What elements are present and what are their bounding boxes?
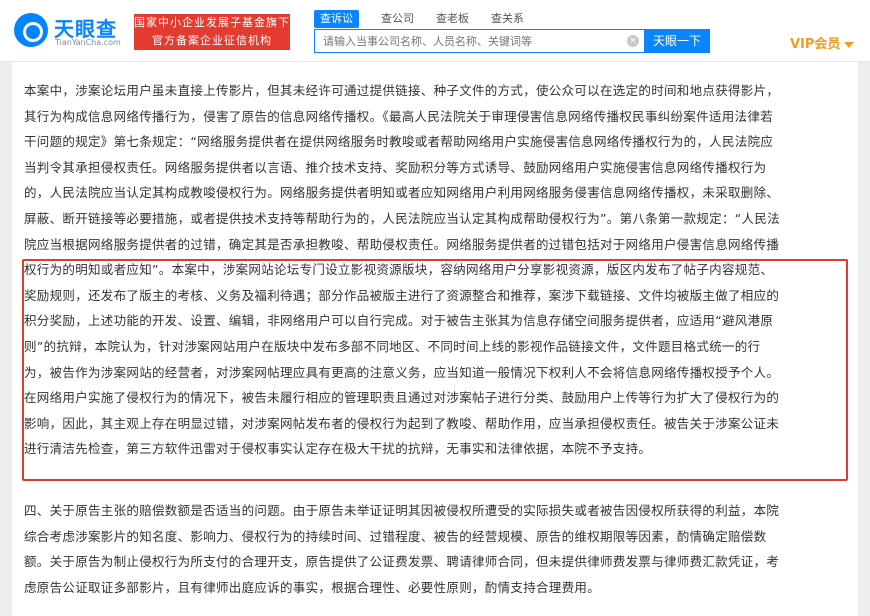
search-input[interactable] [315, 30, 633, 52]
text-line: 虑原告公证取证多部影片，且有律师出庭应诉的事实，根据合理性、必要性原则，酌情支持… [24, 579, 601, 595]
tab-lawsuit[interactable]: 查诉讼 [314, 10, 359, 28]
search-bar: × 天眼一下 [314, 29, 710, 53]
site-header: 天眼查 TianYanCha.com 国家中小企业发展子基金旗下 官方备案企业征… [0, 0, 870, 62]
text-line: 干问题的规定》第七条规定：“网络服务提供者在提供网络服务时教唆或者帮助网络用户实… [24, 134, 774, 150]
text-line: 屏蔽、断开链接等必要措施，或者提供技术支持等帮助行为的，人民法院应当认定其构成帮… [24, 210, 780, 226]
text-line: 综合考虑涉案影片的知名度、影响力、侵权行为的持续时间、过错程度、被告的经营规模、… [24, 528, 767, 544]
text-line: 当判令其承担侵权责任。网络服务提供者以言语、推介技术支持、奖励积分等方式诱导、鼓… [24, 159, 767, 175]
tab-relation[interactable]: 查关系 [491, 10, 524, 28]
slogan-line-2: 官方备案企业征信机构 [152, 34, 272, 47]
clear-icon[interactable]: × [627, 35, 639, 47]
tab-company[interactable]: 查公司 [381, 10, 414, 28]
text-line: 其行为构成信息网络传播行为，侵害了原告的信息网络传播权。《最高人民法院关于审理侵… [24, 108, 773, 124]
caret-down-icon [844, 41, 855, 48]
search-button[interactable]: 天眼一下 [644, 29, 710, 53]
text-line: 额。关于原告为制止侵权行为所支付的合理开支，原告提供了公证费发票、聘请律师合同，… [24, 554, 780, 570]
text-line: 四、关于原告主张的赔偿数额是否适当的问题。由于原告未举证证明其因被侵权所遭受的实… [24, 503, 780, 518]
slogan-line-1: 国家中小企业发展子基金旗下 [134, 16, 290, 29]
search-category-tabs: 查诉讼 查公司 查老板 查关系 [314, 10, 546, 28]
text-line: 院应当根据网络服务提供者的过错，确定其是否承担教唆、帮助侵权责任。网络服务提供者… [24, 236, 780, 252]
logo-english-text: TianYanCha.com [55, 38, 121, 47]
slogan-banner: 国家中小企业发展子基金旗下 官方备案企业征信机构 [134, 14, 290, 50]
red-highlight-box [22, 259, 848, 481]
site-logo[interactable]: 天眼查 TianYanCha.com [14, 11, 124, 51]
vip-label: VIP会员 [790, 37, 841, 52]
vip-member-menu[interactable]: VIP会员 [790, 33, 855, 52]
paragraph-compensation: 四、关于原告主张的赔偿数额是否适当的问题。由于原告未举证证明其因被侵权所遭受的实… [24, 498, 846, 600]
judgment-document: 本案中，涉案论坛用户虽未直接上传影片，但其未经许可通过提供链接、种子文件的方式，… [12, 62, 858, 616]
magnifier-logo-icon [14, 13, 48, 47]
text-line: 的，人民法院应当认定其构成教唆侵权行为。网络服务提供者明知或者应知网络用户利用网… [24, 185, 780, 201]
text-line: 本案中，涉案论坛用户虽未直接上传影片，但其未经许可通过提供链接、种子文件的方式，… [24, 83, 780, 98]
tab-boss[interactable]: 查老板 [436, 10, 469, 28]
